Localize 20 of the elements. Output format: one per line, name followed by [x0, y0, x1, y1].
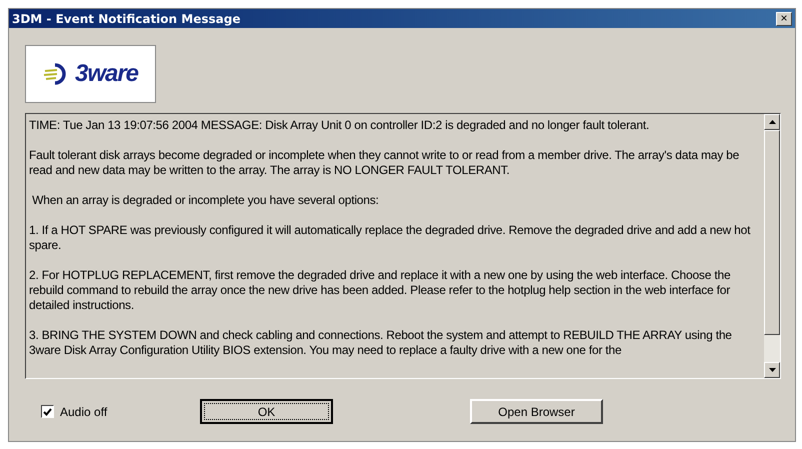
message-paragraph: Fault tolerant disk arrays become degraded or incomplete when they cannot write to or read from a member drive. The array's data may be read and new data may be written to the array. The array is NO LONGER FAULT TOLERANT. — [29, 148, 740, 178]
message-paragraph: When an array is degraded or incomplete you have several options: — [31, 193, 380, 208]
checkbox[interactable] — [41, 405, 54, 418]
message-paragraph: 2. For HOTPLUG REPLACEMENT, first remove the degraded drive and replace it with a new one by using the web interface. Choose the rebuild command to rebuild the array once the new drive has been added. Please refer to the hotplug help section in the web interface for detailed instructions. — [29, 268, 732, 313]
down-arrow-icon — [768, 368, 776, 372]
dialog-button[interactable]: Open Browser — [470, 399, 603, 424]
checkmark-icon — [43, 408, 52, 416]
message-paragraph: 1. If a HOT SPARE was previously configured it will automatically replace the degraded drive. Remove the degraded drive and add a new hot spare. — [29, 223, 752, 253]
scroll-up-button[interactable] — [764, 114, 780, 130]
scrollbar[interactable] — [764, 114, 780, 378]
scroll-down-button[interactable] — [764, 362, 780, 378]
logo-text: 3ware — [74, 59, 138, 89]
window-title: 3DM - Event Notification Message — [12, 10, 240, 28]
message-paragraph: 3. BRING THE SYSTEM DOWN and check cabling and connections. Reboot the system and attempt to REBUILD THE ARRAY using the 3ware Disk Array Configuration Utility BIOS extension. You may need to replace a faulty drive with a new one for the — [29, 328, 733, 358]
message-paragraph: TIME: Tue Jan 13 19:07:56 2004 MESSAGE: Disk Array Unit 0 on controller ID:2 is degraded and no longer fault tolerant. — [29, 118, 650, 133]
up-arrow-icon — [768, 120, 776, 124]
close-button[interactable]: × — [776, 12, 792, 26]
checkbox-label: Audio off — [60, 404, 108, 420]
dialog-button[interactable]: OK — [200, 399, 333, 424]
scroll-thumb[interactable] — [764, 130, 780, 335]
